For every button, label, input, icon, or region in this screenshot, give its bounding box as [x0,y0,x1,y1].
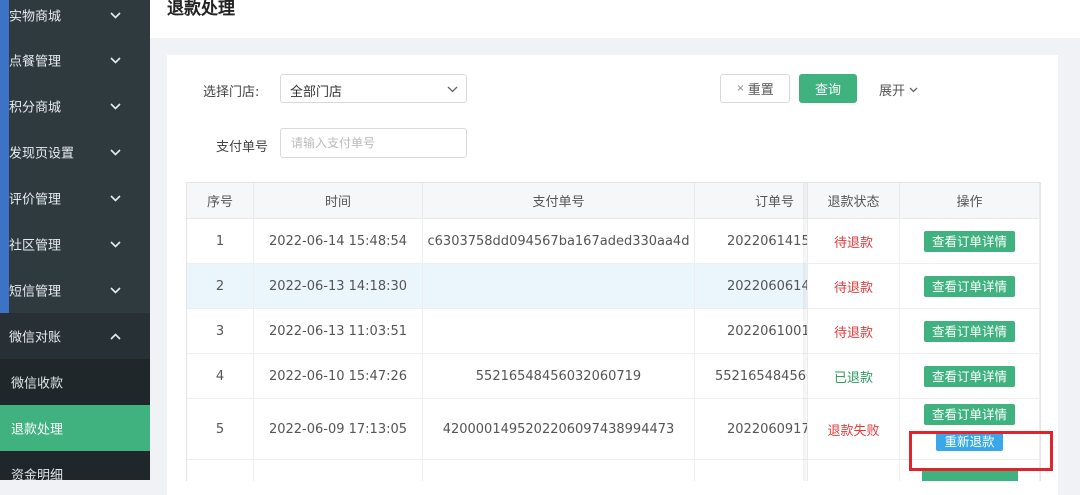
cell-index: 4 [187,354,254,399]
cell-order-no: 20220606140 [695,264,808,309]
cell-pay-no: c6303758dd094567ba167aded330aa4d [423,219,695,264]
cell-index: 5 [187,399,254,460]
view-order-details-button[interactable]: 查看订单详情 [923,320,1015,342]
column-header-index: 序号 [187,183,254,219]
cell-pay-no: 55216548456032060719 [423,354,695,399]
search-button-label: 查询 [814,83,841,98]
column-header-action: 操作 [900,183,1040,219]
sidebar-subitem-label: 退款处理 [11,422,64,438]
cell-status: 待退款 [808,264,900,309]
chevron-down-icon [108,99,122,113]
cell-action: 查看订单详情 [900,219,1040,264]
sidebar-item-wechat-reconcile[interactable]: 微信对账 [0,313,150,359]
cell-status: 退款失败 [808,399,900,460]
cell-index: 1 [187,219,254,264]
view-order-details-button[interactable]: 查看订单详情 [923,365,1015,387]
expand-toggle[interactable]: 展开 [879,80,918,99]
chevron-down-icon [108,53,122,67]
sidebar-item-label: 短信管理 [9,284,62,300]
cell-order-no: 20220614154 [695,219,808,264]
sidebar-item-reviews[interactable]: 评价管理 [0,175,150,221]
sidebar-item-points-mall[interactable]: 积分商城 [0,83,150,129]
sidebar-subitem-refunds[interactable]: 退款处理 [0,405,150,451]
fixed-column-shadow [803,183,809,481]
cell-time: 2022-06-13 14:18:30 [254,264,423,309]
store-select[interactable]: 全部门店 [280,74,467,103]
pay-no-input[interactable] [289,135,463,151]
sidebar-item-ordering[interactable]: 点餐管理 [0,37,150,83]
page-header: 退款处理 [150,0,1080,38]
sidebar-item-label: 微信对账 [9,330,62,346]
sidebar-subitem-label: 资金明细 [11,468,64,481]
chevron-down-icon [447,82,458,97]
sidebar-item-label: 社区管理 [9,238,62,254]
pay-no-field[interactable] [280,128,467,158]
store-select-value: 全部门店 [290,85,343,100]
reset-button[interactable]: × 重置 [720,74,790,103]
sidebar-item-sms[interactable]: 短信管理 [0,267,150,313]
cell-time [254,460,423,481]
main-area: 退款处理 选择门店: 全部门店 支付单号 × 重置 查询 展开 序号 时间 支付… [150,0,1080,495]
cell-status [808,460,900,481]
chevron-down-icon [108,191,122,205]
sidebar-item-community[interactable]: 社区管理 [0,221,150,267]
chevron-down-icon [909,82,918,97]
cell-time: 2022-06-13 11:03:51 [254,309,423,354]
chevron-up-icon [108,329,122,343]
store-select-label: 选择门店: [203,85,260,100]
reset-button-label: 重置 [747,83,774,98]
sidebar: 实物商城 点餐管理 积分商城 发现页设置 评价管理 社区管理 短信管理 微信对账… [0,0,150,480]
chevron-down-icon [108,237,122,251]
cell-time: 2022-06-10 15:47:26 [254,354,423,399]
page-title: 退款处理 [167,0,235,19]
cell-order-no: 20220609170 [695,399,808,460]
view-order-details-button[interactable]: 查看订单详情 [923,230,1015,252]
column-header-status: 退款状态 [808,183,900,219]
cell-index: 3 [187,309,254,354]
search-button[interactable]: 查询 [799,74,857,103]
cell-order-no [695,460,808,481]
cell-pay-no [423,460,695,481]
view-order-details-button[interactable] [921,470,1018,481]
column-header-order-no: 订单号 [695,183,808,219]
cell-action: 查看订单详情 [900,264,1040,309]
expand-label: 展开 [879,84,906,99]
cell-pay-no: 4200001495202206097438994473 [423,399,695,460]
cell-time: 2022-06-14 15:48:54 [254,219,423,264]
highlight-annotation-box [909,431,1053,471]
chevron-down-icon [108,283,122,297]
sidebar-item-label: 发现页设置 [9,146,75,162]
cell-index: 2 [187,264,254,309]
chevron-down-icon [108,145,122,159]
cell-pay-no [423,264,695,309]
cell-status: 已退款 [808,354,900,399]
cell-index [187,460,254,481]
pay-no-label: 支付单号 [216,140,269,155]
cell-time: 2022-06-09 17:13:05 [254,399,423,460]
sidebar-item-label: 评价管理 [9,192,62,208]
sidebar-item-label: 积分商城 [9,100,62,116]
cell-pay-no [423,309,695,354]
cell-action: 查看订单详情 [900,309,1040,354]
sidebar-subitem-fund-details[interactable]: 资金明细 [0,451,150,480]
cell-order-no: 552165484560 [695,354,808,399]
sidebar-item-label: 实物商城 [9,9,62,25]
view-order-details-button[interactable]: 查看订单详情 [923,275,1015,297]
sidebar-subitem-wechat-payments[interactable]: 微信收款 [0,359,150,405]
cell-status: 待退款 [808,309,900,354]
column-header-time: 时间 [254,183,423,219]
cell-order-no: 20220610015 [695,309,808,354]
sidebar-subitem-label: 微信收款 [11,376,64,392]
chevron-down-icon [108,8,122,22]
sidebar-item-label: 点餐管理 [9,54,62,70]
view-order-details-button[interactable]: 查看订单详情 [923,404,1015,425]
cell-action: 查看订单详情 [900,354,1040,399]
sidebar-item-discover[interactable]: 发现页设置 [0,129,150,175]
close-icon: × [736,83,745,94]
sidebar-item-physical-mall[interactable]: 实物商城 [0,0,150,38]
cell-status: 待退款 [808,219,900,264]
column-header-pay-no: 支付单号 [423,183,695,219]
